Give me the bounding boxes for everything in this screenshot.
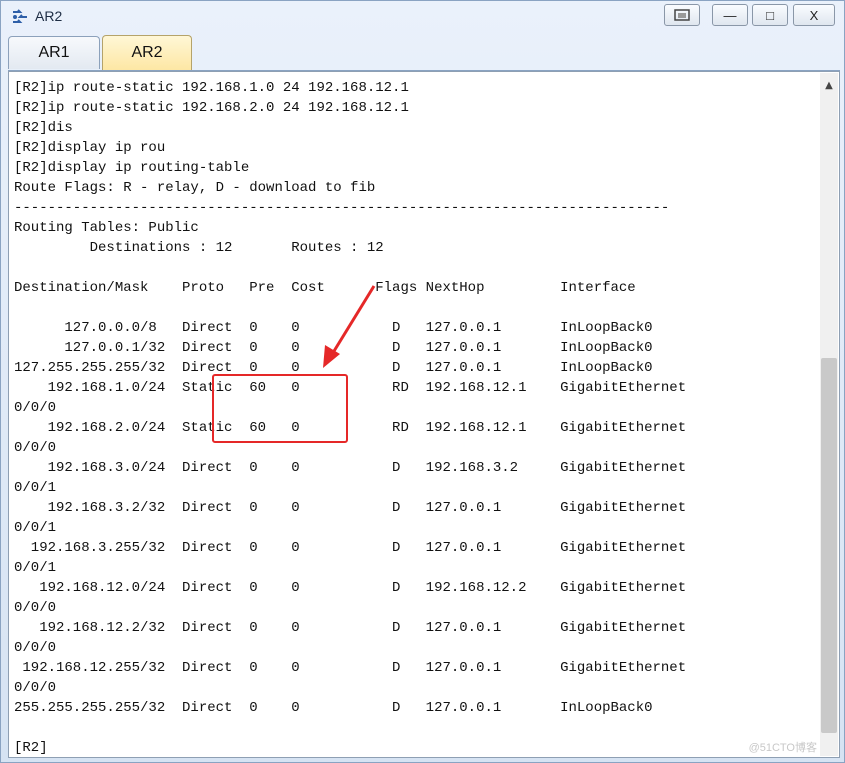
close-icon: X bbox=[809, 7, 819, 23]
terminal-line: 0/0/1 bbox=[14, 560, 57, 576]
minimize-button[interactable]: — bbox=[712, 4, 748, 26]
scrollbar-thumb[interactable] bbox=[821, 358, 837, 733]
terminal-output: [R2]ip route-static 192.168.1.0 24 192.1… bbox=[14, 78, 819, 758]
terminal-line: Routing Tables: Public bbox=[14, 220, 199, 236]
terminal-line: 192.168.3.0/24 Direct 0 0 D 192.168.3.2 … bbox=[14, 460, 687, 476]
terminal-line: 0/0/0 bbox=[14, 600, 57, 616]
terminal-line: [R2]ip route-static 192.168.1.0 24 192.1… bbox=[14, 80, 409, 96]
window-restore-icon bbox=[674, 9, 690, 21]
terminal-line: [R2]ip route-static 192.168.2.0 24 192.1… bbox=[14, 100, 409, 116]
terminal-line: [R2]display ip rou bbox=[14, 140, 166, 156]
terminal-line: Destination/Mask Proto Pre Cost Flags Ne… bbox=[14, 280, 636, 296]
window-title: AR2 bbox=[35, 8, 63, 24]
maximize-button[interactable]: □ bbox=[752, 4, 788, 26]
terminal-line: [R2]display ip routing-table bbox=[14, 160, 250, 176]
terminal-line: Destinations : 12 Routes : 12 bbox=[14, 240, 384, 256]
terminal-line: 192.168.2.0/24 Static 60 0 RD 192.168.12… bbox=[14, 420, 687, 436]
scroll-up-arrow-icon[interactable]: ▲ bbox=[820, 75, 838, 95]
terminal-line: ----------------------------------------… bbox=[14, 200, 670, 216]
terminal-line: 0/0/0 bbox=[14, 640, 57, 656]
terminal-line: Route Flags: R - relay, D - download to … bbox=[14, 180, 376, 196]
minimize-icon: — bbox=[723, 7, 737, 23]
terminal-line: 0/0/1 bbox=[14, 480, 57, 496]
terminal-line: [R2]dis bbox=[14, 120, 73, 136]
terminal-line: 0/0/0 bbox=[14, 440, 57, 456]
tab-ar2[interactable]: AR2 bbox=[102, 35, 192, 70]
static-route-highlight-box bbox=[212, 374, 348, 443]
tab-label: AR2 bbox=[131, 44, 163, 61]
title-bar[interactable]: AR2 — □ X bbox=[1, 1, 844, 33]
terminal-line: 192.168.12.255/32 Direct 0 0 D 127.0.0.1… bbox=[14, 660, 687, 676]
terminal-line: 255.255.255.255/32 Direct 0 0 D 127.0.0.… bbox=[14, 700, 653, 716]
restore-down-button[interactable] bbox=[664, 4, 700, 26]
terminal-line: 0/0/0 bbox=[14, 400, 57, 416]
terminal-line: 192.168.12.2/32 Direct 0 0 D 127.0.0.1 G… bbox=[14, 620, 687, 636]
maximize-icon: □ bbox=[766, 7, 774, 23]
terminal-line: 0/0/0 bbox=[14, 680, 57, 696]
tab-label: AR1 bbox=[38, 44, 70, 61]
terminal-line: 192.168.3.2/32 Direct 0 0 D 127.0.0.1 Gi… bbox=[14, 500, 687, 516]
terminal-line: 127.255.255.255/32 Direct 0 0 D 127.0.0.… bbox=[14, 360, 653, 376]
terminal-line: 192.168.1.0/24 Static 60 0 RD 192.168.12… bbox=[14, 380, 687, 396]
terminal-line: 0/0/1 bbox=[14, 520, 57, 536]
tab-ar1[interactable]: AR1 bbox=[8, 36, 100, 69]
terminal-console[interactable]: [R2]ip route-static 192.168.1.0 24 192.1… bbox=[8, 71, 840, 758]
close-button[interactable]: X bbox=[793, 4, 835, 26]
terminal-line: 192.168.12.0/24 Direct 0 0 D 192.168.12.… bbox=[14, 580, 687, 596]
watermark: @51CTO博客 bbox=[748, 742, 817, 754]
vertical-scrollbar[interactable]: ▲ bbox=[820, 73, 838, 756]
router-app-icon bbox=[13, 9, 27, 23]
device-tab-strip: AR1 AR2 bbox=[8, 34, 840, 71]
app-window: AR2 — □ X AR1 AR2 [R2]ip route-static 19… bbox=[0, 0, 845, 763]
terminal-line: 192.168.3.255/32 Direct 0 0 D 127.0.0.1 … bbox=[14, 540, 687, 556]
terminal-line: [R2] bbox=[14, 740, 48, 756]
terminal-line: 127.0.0.1/32 Direct 0 0 D 127.0.0.1 InLo… bbox=[14, 340, 653, 356]
terminal-line: 127.0.0.0/8 Direct 0 0 D 127.0.0.1 InLoo… bbox=[14, 320, 653, 336]
